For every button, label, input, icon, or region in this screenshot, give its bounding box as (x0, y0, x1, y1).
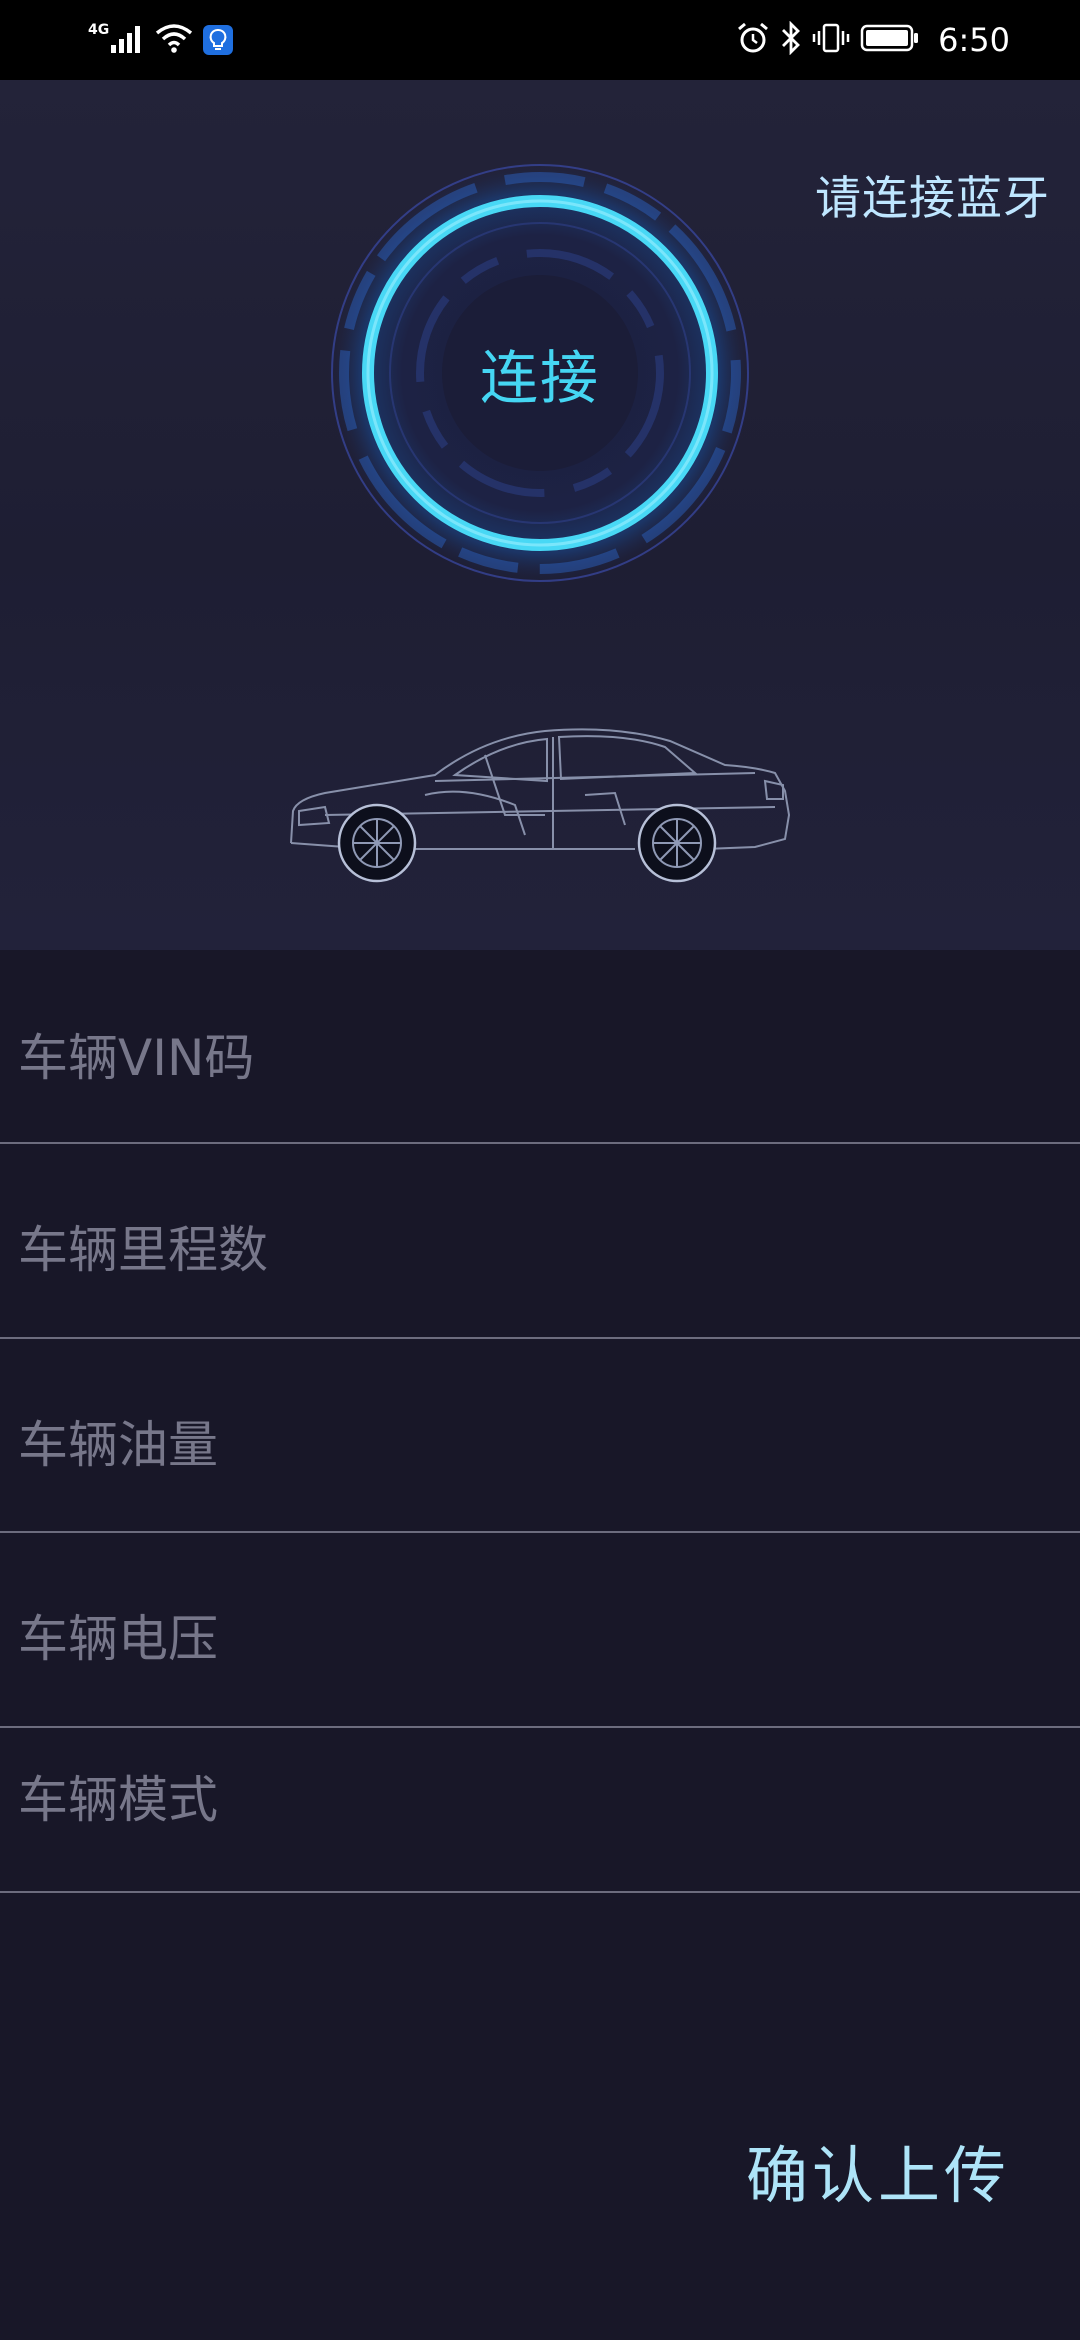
lightbulb-icon (203, 25, 234, 55)
alarm-icon (736, 21, 770, 59)
bluetooth-status-hint: 请连接蓝牙 (815, 171, 1050, 225)
wifi-icon (155, 23, 193, 57)
vehicle-info-list: 车辆VIN码 车辆里程数 车辆油量 车辆电压 车辆模式 (0, 950, 1080, 1893)
screen: 4G 6:50 请连接蓝牙 连接 车辆VIN码 车辆里程数 车辆油量 车辆电压 … (0, 0, 1080, 2340)
mileage-field-label: 车辆里程数 (18, 1221, 268, 1279)
confirm-upload-button[interactable]: 确认上传 (746, 2125, 1010, 2215)
fuel-field-label: 车辆油量 (18, 1416, 218, 1474)
vin-field-label: 车辆VIN码 (18, 1029, 255, 1087)
network-type-label: 4G (88, 22, 110, 38)
mode-field-row[interactable]: 车辆模式 (0, 1728, 1080, 1893)
voltage-field-label: 车辆电压 (18, 1610, 218, 1668)
fuel-field-row[interactable]: 车辆油量 (0, 1339, 1080, 1533)
bluetooth-icon (780, 20, 802, 59)
mode-field-label: 车辆模式 (18, 1771, 218, 1829)
status-bar: 4G 6:50 (0, 0, 1080, 80)
mileage-field-row[interactable]: 车辆里程数 (0, 1144, 1080, 1339)
connection-panel: 请连接蓝牙 连接 (0, 80, 1080, 950)
status-bar-right: 6:50 (736, 20, 1010, 60)
status-bar-left: 4G (88, 20, 234, 60)
signal-icon (111, 23, 145, 57)
voltage-field-row[interactable]: 车辆电压 (0, 1533, 1080, 1728)
vibrate-icon (812, 21, 850, 59)
vin-field-row[interactable]: 车辆VIN码 (0, 950, 1080, 1144)
connect-button[interactable]: 连接 (325, 158, 755, 588)
battery-icon (860, 23, 920, 57)
clock-time: 6:50 (938, 21, 1010, 59)
car-illustration (290, 728, 791, 883)
connect-label: 连接 (479, 344, 600, 412)
